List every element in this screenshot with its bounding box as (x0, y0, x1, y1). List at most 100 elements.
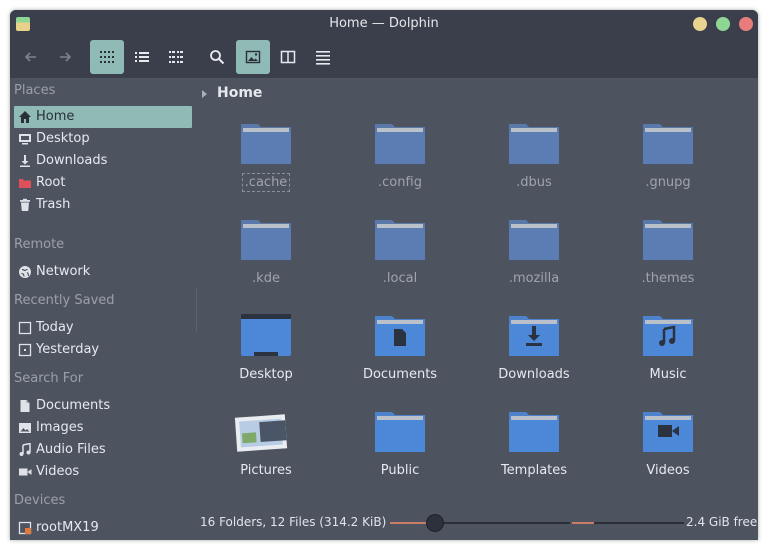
folder-icon (509, 220, 559, 260)
back-button[interactable] (14, 40, 48, 74)
file-item-kde[interactable]: .kde (206, 216, 326, 308)
file-item-gnupg[interactable]: .gnupg (608, 120, 728, 212)
downloads-folder-icon (509, 316, 559, 356)
sidebar-item-label: Documents (36, 398, 111, 413)
file-item-config[interactable]: .config (340, 120, 460, 212)
file-item-cache[interactable]: .cache (206, 120, 326, 212)
sidebar-item-root[interactable]: Root (14, 172, 192, 194)
file-item-label: .cache (206, 173, 326, 192)
places-section-title: Places (14, 83, 56, 98)
close-button[interactable] (739, 17, 753, 31)
file-item-label: Videos (646, 463, 690, 478)
file-item-label: .mozilla (508, 271, 560, 286)
sidebar-item-label: Videos (36, 464, 80, 479)
file-item-downloads[interactable]: Downloads (474, 312, 594, 404)
title-bar[interactable]: Home — Dolphin (10, 10, 758, 38)
minimize-button[interactable] (693, 17, 707, 31)
preview-icon (245, 50, 261, 64)
file-item-label: .gnupg (645, 175, 691, 190)
folder-icon (241, 124, 291, 164)
file-item-templates[interactable]: Templates (474, 408, 594, 500)
file-item-label: Documents (362, 367, 438, 382)
file-item-label: Pictures (240, 463, 292, 478)
trash-icon (20, 198, 30, 211)
calendar-icon (18, 343, 32, 357)
sidebar-item-label: Desktop (36, 131, 90, 146)
sidebar-item-label: Today (36, 320, 74, 335)
window-title: Home — Dolphin (329, 16, 439, 31)
documents-folder-icon (375, 316, 425, 356)
folder-icon (241, 220, 291, 260)
sidebar-item-label: Root (36, 175, 66, 190)
file-item-label: Desktop (239, 367, 293, 382)
folder-icon (643, 220, 693, 260)
sidebar-item-label: Home (36, 109, 75, 124)
preview-toggle-button[interactable] (236, 40, 270, 74)
hamburger-menu-button[interactable] (306, 40, 340, 74)
file-item-desktop[interactable]: Desktop (206, 312, 326, 404)
search-for-section-title: Search For (14, 371, 84, 386)
sidebar-item-images[interactable]: Images (14, 417, 192, 439)
drive-icon (18, 521, 32, 535)
search-icon (210, 50, 225, 65)
zoom-slider-handle[interactable] (426, 514, 444, 532)
file-item-label: .themes (641, 271, 695, 286)
sidebar-item-downloads[interactable]: Downloads (14, 150, 192, 172)
file-item-music[interactable]: Music (608, 312, 728, 404)
sidebar-item-desktop[interactable]: Desktop (14, 128, 192, 150)
details-view-button[interactable] (125, 40, 159, 74)
remote-section-title: Remote (14, 237, 65, 252)
search-button[interactable] (200, 40, 234, 74)
sidebar-item-network[interactable]: Network (14, 261, 192, 283)
document-icon (20, 400, 30, 412)
maximize-button[interactable] (716, 17, 730, 31)
sidebar-item-label: Downloads (36, 153, 108, 168)
file-item-dbus[interactable]: .dbus (474, 120, 594, 212)
sidebar-item-label: Trash (36, 197, 71, 212)
status-summary: 16 Folders, 12 Files (314.2 KiB) (200, 515, 387, 529)
panel-splitter[interactable] (196, 288, 197, 332)
split-icon (280, 50, 296, 64)
file-item-public[interactable]: Public (340, 408, 460, 500)
compact-view-button[interactable] (159, 40, 193, 74)
sidebar-item-home[interactable]: Home (14, 106, 192, 128)
file-item-label: Templates (500, 463, 568, 478)
places-panel: Places Home Desktop Downloads Root Trash… (10, 78, 196, 540)
menu-icon (316, 51, 330, 65)
download-icon (20, 155, 30, 167)
file-item-themes[interactable]: .themes (608, 216, 728, 308)
folder-icon (375, 124, 425, 164)
network-icon (19, 266, 31, 278)
file-item-mozilla[interactable]: .mozilla (474, 216, 594, 308)
toolbar (10, 38, 758, 78)
disk-space-used (572, 522, 594, 524)
sidebar-item-label: Images (36, 420, 84, 435)
file-item-documents[interactable]: Documents (340, 312, 460, 404)
home-icon (19, 111, 31, 123)
file-item-label: .kde (252, 271, 280, 286)
folder-icon (643, 124, 693, 164)
file-item-local[interactable]: .local (340, 216, 460, 308)
icons-view-icon (100, 51, 114, 63)
sidebar-item-trash[interactable]: Trash (14, 194, 192, 216)
icons-view-button[interactable] (90, 40, 124, 74)
breadcrumb-home[interactable]: Home (217, 85, 262, 101)
videos-folder-icon (643, 412, 693, 452)
file-item-videos[interactable]: Videos (608, 408, 728, 500)
folder-icon (509, 412, 559, 452)
sidebar-item-audio-files[interactable]: Audio Files (14, 439, 192, 461)
sidebar-item-documents[interactable]: Documents (14, 395, 192, 417)
sidebar-item-label: Audio Files (36, 442, 106, 457)
calendar-icon (18, 321, 32, 335)
sidebar-item-videos[interactable]: Videos (14, 461, 192, 483)
forward-icon (60, 52, 72, 62)
sidebar-item-rootmx19[interactable]: rootMX19 (14, 517, 192, 539)
split-view-button[interactable] (271, 40, 305, 74)
details-view-icon (135, 52, 149, 62)
image-icon (19, 423, 31, 433)
sidebar-item-today[interactable]: Today (14, 317, 192, 339)
forward-button[interactable] (48, 40, 82, 74)
sidebar-item-yesterday[interactable]: Yesterday (14, 339, 192, 361)
breadcrumb-arrow-icon[interactable] (202, 90, 207, 98)
file-item-pictures[interactable]: Pictures (206, 408, 326, 500)
